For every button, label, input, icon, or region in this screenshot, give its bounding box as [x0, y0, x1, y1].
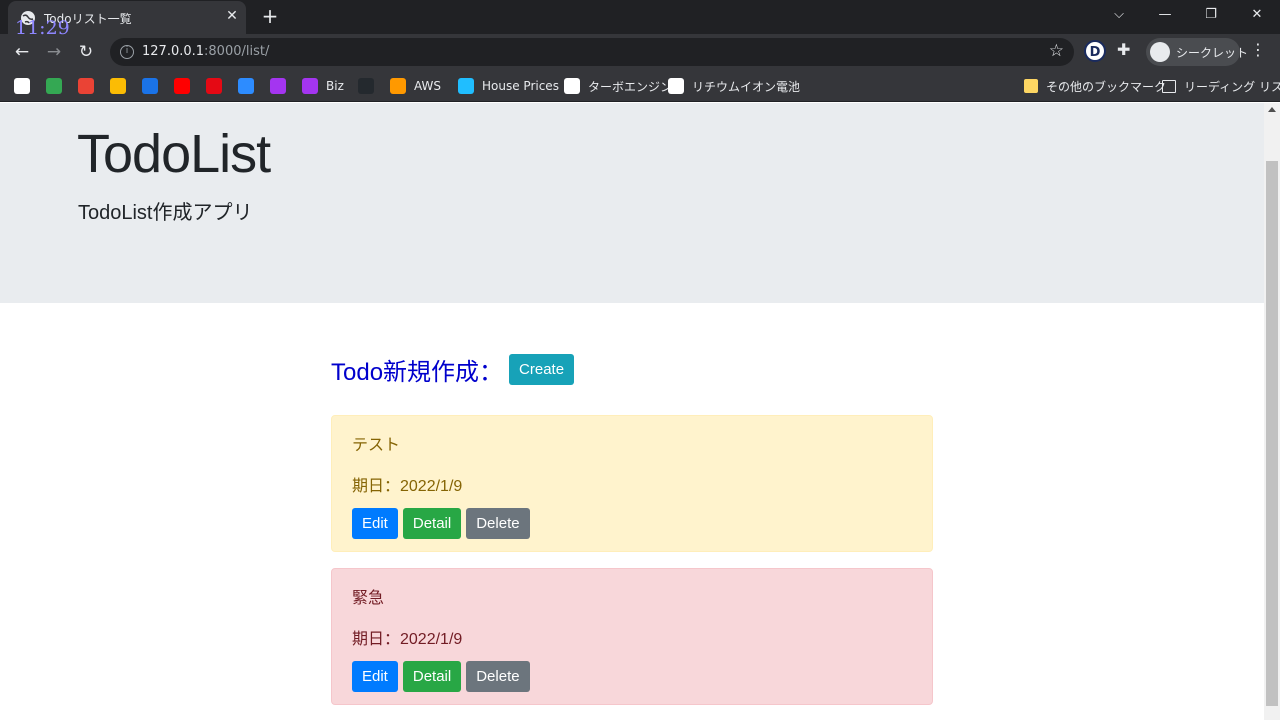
bookmark-item[interactable]: ターボエンジン [564, 77, 672, 95]
bookmarks-bar: Biz AWS House Prices ターボエンジン リチウムイオン電池 その他のブ… [0, 70, 1280, 102]
tab-close-icon[interactable]: ✕ [223, 7, 241, 25]
bookmark-item[interactable] [78, 77, 94, 95]
zoom-icon [238, 78, 254, 94]
browser-toolbar: ← → ↻ i 127.0.0.1:8000/list/ ☆ D ✚ シークレッ… [0, 34, 1280, 70]
todo-actions: Edit Detail Delete [352, 661, 530, 692]
bookmark-label: リチウムイオン電池 [692, 79, 801, 94]
bookmark-item[interactable] [174, 77, 190, 95]
incognito-icon [1150, 42, 1170, 62]
notion-icon [668, 78, 684, 94]
outlook-icon [142, 78, 158, 94]
kaggle-icon [458, 78, 474, 94]
bookmark-item[interactable]: AWS [390, 77, 441, 95]
page-scrollbar[interactable] [1264, 103, 1280, 720]
google-icon [14, 78, 30, 94]
bookmark-item[interactable] [238, 77, 254, 95]
page-viewport: TodoList TodoList作成アプリ Todo新規作成： Create … [0, 103, 1264, 720]
incognito-label: シークレット [1176, 46, 1249, 60]
scroll-up-arrow-icon[interactable] [1268, 107, 1276, 112]
delete-button[interactable]: Delete [466, 661, 530, 692]
new-tab-button[interactable]: + [258, 5, 282, 29]
udemy-icon [270, 78, 286, 94]
forward-button[interactable]: → [40, 38, 68, 66]
bookmark-star-icon[interactable]: ☆ [1049, 41, 1064, 61]
gmail-icon [78, 78, 94, 94]
extension-d-icon[interactable]: D [1084, 40, 1106, 62]
bookmark-item[interactable] [142, 77, 158, 95]
github-icon [358, 78, 374, 94]
create-label: Todo新規作成： [331, 359, 504, 386]
minimize-button[interactable]: — [1142, 0, 1188, 30]
detail-button[interactable]: Detail [402, 508, 462, 539]
back-button[interactable]: ← [8, 38, 36, 66]
close-window-button[interactable]: ✕ [1234, 0, 1280, 30]
maps-icon [46, 78, 62, 94]
browser-menu-icon[interactable]: ⋮ [1250, 40, 1266, 59]
bookmark-item[interactable]: House Prices [458, 77, 559, 95]
bookmark-item[interactable] [270, 77, 286, 95]
site-info-icon[interactable]: i [120, 45, 134, 59]
bookmark-label: House Prices [482, 79, 559, 93]
todo-due-date: 期日：2022/1/9 [352, 478, 463, 495]
tab-strip: Todoリスト一覧 ✕ 11:29 + ⌵ — ❐ ✕ [0, 0, 1280, 38]
folder-icon [1024, 79, 1038, 93]
create-row: Todo新規作成： Create [331, 352, 575, 387]
tab-search-icon[interactable]: ⌵ [1096, 0, 1142, 30]
todo-actions: Edit Detail Delete [352, 508, 530, 539]
bookmark-label: AWS [414, 79, 442, 93]
detail-button[interactable]: Detail [402, 661, 462, 692]
reading-list-icon [1162, 79, 1176, 93]
todo-card: テスト 期日：2022/1/9 Edit Detail Delete [331, 415, 933, 552]
restore-button[interactable]: ❐ [1188, 0, 1234, 30]
bookmark-label: ターボエンジン [588, 79, 673, 94]
notion-icon [564, 78, 580, 94]
clock-overlay: 11:29 [15, 17, 70, 39]
bookmark-item[interactable] [358, 77, 374, 95]
url-text: 127.0.0.1:8000/list/ [142, 44, 270, 59]
edit-button[interactable]: Edit [352, 661, 398, 692]
udemy-biz-icon [302, 78, 318, 94]
create-button[interactable]: Create [509, 354, 575, 385]
bookmark-item[interactable] [110, 77, 126, 95]
drive-icon [110, 78, 126, 94]
delete-button[interactable]: Delete [466, 508, 530, 539]
bookmark-label: Biz [326, 79, 344, 93]
todo-due-date: 期日：2022/1/9 [352, 631, 463, 648]
todo-title: 緊急 [352, 590, 385, 607]
reload-button[interactable]: ↻ [72, 38, 100, 66]
bookmark-item[interactable] [206, 77, 222, 95]
todo-title: テスト [352, 437, 401, 454]
bookmark-item[interactable] [46, 77, 62, 95]
page-title: TodoList [77, 124, 271, 184]
bookmark-item[interactable]: Biz [302, 77, 344, 95]
extensions-puzzle-icon[interactable]: ✚ [1117, 40, 1130, 59]
todo-card: 緊急 期日：2022/1/9 Edit Detail Delete [331, 568, 933, 705]
page-subtitle: TodoList作成アプリ [78, 202, 253, 224]
bookmark-item[interactable]: リチウムイオン電池 [668, 77, 800, 95]
incognito-badge[interactable]: シークレット [1146, 38, 1248, 66]
address-bar[interactable]: i 127.0.0.1:8000/list/ ☆ [110, 38, 1074, 66]
bookmark-item[interactable] [14, 77, 30, 95]
aws-icon [390, 78, 406, 94]
youtube-icon [174, 78, 190, 94]
edit-button[interactable]: Edit [352, 508, 398, 539]
netflix-icon [206, 78, 222, 94]
reading-list-button[interactable]: リーディング リスト [1162, 77, 1280, 95]
jumbotron-header: TodoList TodoList作成アプリ [0, 103, 1264, 303]
scroll-thumb[interactable] [1266, 161, 1278, 706]
other-bookmarks-folder[interactable]: その他のブックマーク [1024, 77, 1166, 95]
